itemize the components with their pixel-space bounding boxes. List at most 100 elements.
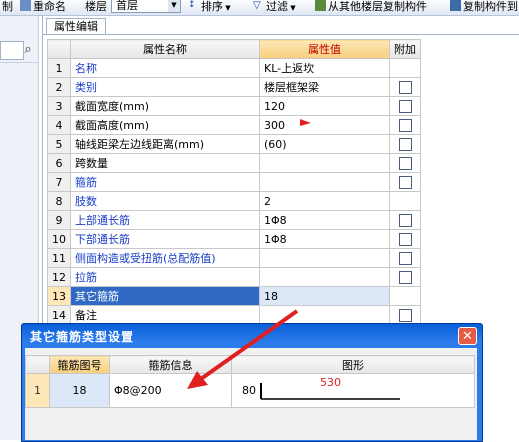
floor-label: 楼层 [85, 0, 107, 13]
tab-divider [43, 34, 519, 35]
extra-checkbox[interactable] [398, 137, 412, 151]
extra-cell [389, 191, 421, 211]
property-value[interactable]: 楼层框架梁 [259, 77, 390, 97]
row-number: 11 [47, 248, 71, 268]
shape-cell: 80 530 [231, 373, 475, 408]
property-value[interactable] [259, 267, 390, 287]
property-value[interactable]: 1Φ8 [259, 229, 390, 249]
table-row[interactable]: 4 截面高度(mm) 300 [47, 115, 421, 135]
extra-cell [389, 96, 421, 116]
property-name: 其它箍筋 [70, 286, 260, 306]
floor-select[interactable]: 首层 ▼ [111, 0, 181, 13]
table-row[interactable]: 12 拉筋 [47, 267, 421, 287]
table-row[interactable]: 1 名称 KL-上返坎 [47, 58, 421, 78]
row-number: 12 [47, 267, 71, 287]
copy-from-other-floor-button[interactable]: 从其他楼层复制构件 [315, 0, 427, 15]
table-row[interactable]: 8 肢数 2 [47, 191, 421, 211]
row-number: 8 [47, 191, 71, 211]
extra-checkbox[interactable] [398, 213, 412, 227]
property-name: 上部通长筋 [70, 210, 260, 230]
property-name: 类别 [70, 77, 260, 97]
extra-cell [389, 286, 421, 306]
search-icon[interactable]: ⌕ [20, 41, 36, 58]
property-value[interactable]: 120 [259, 96, 390, 116]
property-name: 备注 [70, 305, 260, 325]
property-value[interactable]: KL-上返坎 [259, 58, 390, 78]
tab-property-edit[interactable]: 属性编辑 [46, 18, 106, 35]
extra-cell [389, 248, 421, 268]
row-number: 5 [47, 134, 71, 154]
rename-icon [20, 0, 31, 11]
extra-cell [389, 58, 421, 78]
table-row[interactable]: 3 截面宽度(mm) 120 [47, 96, 421, 116]
row-number: 1 [25, 373, 50, 408]
property-value[interactable]: 18 [259, 286, 390, 306]
property-value[interactable]: 300 [259, 115, 390, 135]
table-row[interactable]: 6 跨数量 [47, 153, 421, 173]
table-row[interactable]: 9 上部通长筋 1Φ8 [47, 210, 421, 230]
property-value[interactable] [259, 305, 390, 325]
table-row[interactable]: 5 轴线距梁左边线距离(mm) (60) [47, 134, 421, 154]
table-row[interactable]: 1 18 Φ8@200 80 530 [25, 373, 475, 408]
shape-header: 图形 [231, 355, 475, 374]
stirrup-info-header: 箍筋信息 [109, 355, 232, 374]
extra-header: 附加 [389, 39, 421, 59]
extra-cell [389, 172, 421, 192]
extra-checkbox[interactable] [398, 175, 412, 189]
extra-checkbox[interactable] [398, 308, 412, 322]
dialog-title: 其它箍筋类型设置 [30, 330, 135, 344]
filter-icon: ▽ [253, 0, 261, 11]
property-value[interactable] [259, 172, 390, 192]
extra-checkbox[interactable] [398, 270, 412, 284]
row-number: 9 [47, 210, 71, 230]
stirrup-grid: 箍筋图号 箍筋信息 图形 1 18 Φ8@200 80 530 [25, 355, 475, 408]
table-row[interactable]: 10 下部通长筋 1Φ8 [47, 229, 421, 249]
extra-checkbox[interactable] [398, 99, 412, 113]
property-name: 跨数量 [70, 153, 260, 173]
toolbar-item-partial[interactable]: 制 [2, 0, 13, 15]
property-value[interactable] [259, 248, 390, 268]
table-row[interactable]: 11 侧面构造或受扭筋(总配筋值) [47, 248, 421, 268]
property-name: 箍筋 [70, 172, 260, 192]
filter-button[interactable]: ▽ 过滤 ▼ [253, 0, 296, 15]
rename-button[interactable]: 重命名 [20, 0, 66, 15]
table-row[interactable]: 2 类别 楼层框架梁 [47, 77, 421, 97]
extra-checkbox[interactable] [398, 251, 412, 265]
property-value[interactable] [259, 153, 390, 173]
row-number: 6 [47, 153, 71, 173]
property-value[interactable]: (60) [259, 134, 390, 154]
extra-cell [389, 134, 421, 154]
row-number: 2 [47, 77, 71, 97]
stirrup-info-cell[interactable]: Φ8@200 [109, 373, 232, 408]
copy-from-other-floor-label: 从其他楼层复制构件 [328, 0, 427, 13]
table-row[interactable]: 14 备注 [47, 305, 421, 325]
table-row[interactable]: 7 箍筋 [47, 172, 421, 192]
chevron-down-icon: ▼ [223, 4, 231, 12]
extra-cell [389, 77, 421, 97]
property-name: 轴线距梁左边线距离(mm) [70, 134, 260, 154]
extra-checkbox[interactable] [398, 80, 412, 94]
property-grid-header: 属性名称 属性值 附加 [47, 39, 421, 59]
chevron-down-icon: ▼ [288, 4, 296, 12]
copy-component-to-button[interactable]: 复制构件到 [450, 0, 518, 15]
extra-cell [389, 229, 421, 249]
stirrup-shape-drawing [260, 383, 400, 400]
property-value[interactable]: 2 [259, 191, 390, 211]
shape-no-cell[interactable]: 18 [49, 373, 110, 408]
floor-select-value: 首层 [116, 0, 138, 12]
extra-cell [389, 210, 421, 230]
property-grid: 属性名称 属性值 附加 1 名称 KL-上返坎 2 类别 楼层框架梁 3 截面宽… [47, 39, 421, 325]
property-name: 肢数 [70, 191, 260, 211]
property-name: 下部通长筋 [70, 229, 260, 249]
row-number: 10 [47, 229, 71, 249]
extra-checkbox[interactable] [398, 118, 412, 132]
extra-checkbox[interactable] [398, 156, 412, 170]
table-row[interactable]: 13 其它箍筋 18 [47, 286, 421, 306]
row-number: 14 [47, 305, 71, 325]
row-number: 7 [47, 172, 71, 192]
property-value[interactable]: 1Φ8 [259, 210, 390, 230]
sort-button[interactable]: ↕ 排序 ▼ [188, 0, 231, 15]
close-icon[interactable]: ✕ [458, 327, 477, 345]
extra-checkbox[interactable] [398, 232, 412, 246]
rename-label: 重命名 [33, 0, 66, 13]
